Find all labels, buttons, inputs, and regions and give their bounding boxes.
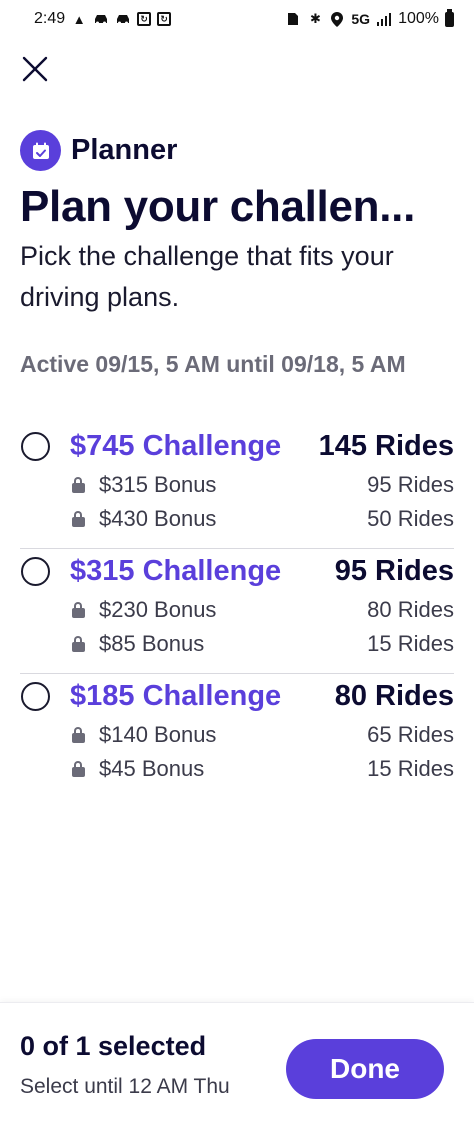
app-icon: ↻ [137, 12, 152, 26]
car-icon [115, 11, 131, 27]
challenge-option[interactable]: $315 Challenge 95 Rides $230 Bonus 80 Ri… [20, 549, 454, 674]
battery-percent: 100% [398, 10, 439, 27]
battery-icon [445, 8, 454, 27]
challenge-rides: 145 Rides [318, 429, 454, 462]
selected-count: 0 of 1 selected [20, 1031, 207, 1061]
network-label: 5G [351, 11, 371, 27]
footer-bar: 0 of 1 selected Select until 12 AM Thu D… [0, 1002, 474, 1122]
challenge-list: $745 Challenge 145 Rides $315 Bonus 95 R… [20, 424, 454, 799]
bluetooth-icon: ✱ [309, 11, 321, 26]
bonus-label: $315 Bonus [99, 472, 217, 497]
planner-header: Planner [20, 130, 177, 171]
select-until: Select until 12 AM Thu [20, 1075, 230, 1098]
lock-icon [71, 636, 85, 652]
bonus-label: $230 Bonus [99, 597, 217, 622]
bonus-rides: 15 Rides [367, 631, 454, 656]
status-bar-left: 2:49 ▲ ↻ ↻ [34, 10, 172, 28]
bonus-rides: 65 Rides [367, 722, 454, 747]
signal-icon [376, 11, 392, 27]
bonus-row: $230 Bonus 80 Rides [20, 593, 454, 627]
challenge-header: $315 Challenge 95 Rides [20, 549, 454, 593]
bonus-row: $85 Bonus 15 Rides [20, 627, 454, 661]
lock-icon [71, 477, 85, 493]
challenge-header: $185 Challenge 80 Rides [20, 674, 454, 718]
challenge-radio[interactable] [21, 681, 50, 711]
bonus-label: $85 Bonus [99, 631, 205, 656]
close-icon [22, 56, 48, 82]
challenge-name: $185 Challenge [70, 679, 282, 712]
navigation-icon: ▲ [72, 11, 86, 27]
bonus-rides: 95 Rides [367, 472, 454, 497]
lock-icon [71, 761, 85, 777]
challenge-header: $745 Challenge 145 Rides [20, 424, 454, 468]
lock-icon [71, 602, 85, 618]
bonus-row: $140 Bonus 65 Rides [20, 718, 454, 752]
bonus-rides: 15 Rides [367, 756, 454, 781]
active-range: Active 09/15, 5 AM until 09/18, 5 AM [20, 351, 406, 377]
challenge-radio[interactable] [21, 556, 50, 586]
car-icon [93, 11, 109, 27]
planner-label: Planner [71, 134, 178, 166]
status-bar: 2:49 ▲ ↻ ↻ ✱ 5G 100% [0, 0, 474, 38]
bonus-rides: 80 Rides [367, 597, 454, 622]
page-subtitle: Pick the challenge that fits your drivin… [20, 241, 394, 312]
sim-icon [285, 11, 301, 27]
bonus-row: $45 Bonus 15 Rides [20, 752, 454, 786]
challenge-name: $315 Challenge [70, 554, 282, 587]
challenge-name: $745 Challenge [70, 429, 282, 462]
bonus-row: $315 Bonus 95 Rides [20, 468, 454, 502]
status-time: 2:49 [34, 10, 66, 27]
calendar-icon [20, 130, 61, 171]
bonus-row: $430 Bonus 50 Rides [20, 502, 454, 536]
challenge-rides: 80 Rides [334, 679, 454, 712]
location-icon [329, 11, 345, 27]
bonus-label: $45 Bonus [99, 756, 205, 781]
lock-icon [71, 727, 85, 743]
bonus-rides: 50 Rides [367, 506, 454, 531]
page-title: Plan your challen... [20, 182, 416, 231]
challenge-rides: 95 Rides [334, 554, 454, 587]
close-button[interactable] [16, 50, 54, 88]
status-bar-right: ✱ 5G 100% [285, 8, 454, 28]
app-icon: ↻ [157, 12, 172, 26]
challenge-radio[interactable] [21, 431, 50, 461]
lock-icon [71, 511, 85, 527]
challenge-option[interactable]: $745 Challenge 145 Rides $315 Bonus 95 R… [20, 424, 454, 549]
bonus-label: $140 Bonus [99, 722, 217, 747]
bonus-label: $430 Bonus [99, 506, 217, 531]
done-button[interactable]: Done [286, 1039, 444, 1099]
challenge-option[interactable]: $185 Challenge 80 Rides $140 Bonus 65 Ri… [20, 674, 454, 799]
